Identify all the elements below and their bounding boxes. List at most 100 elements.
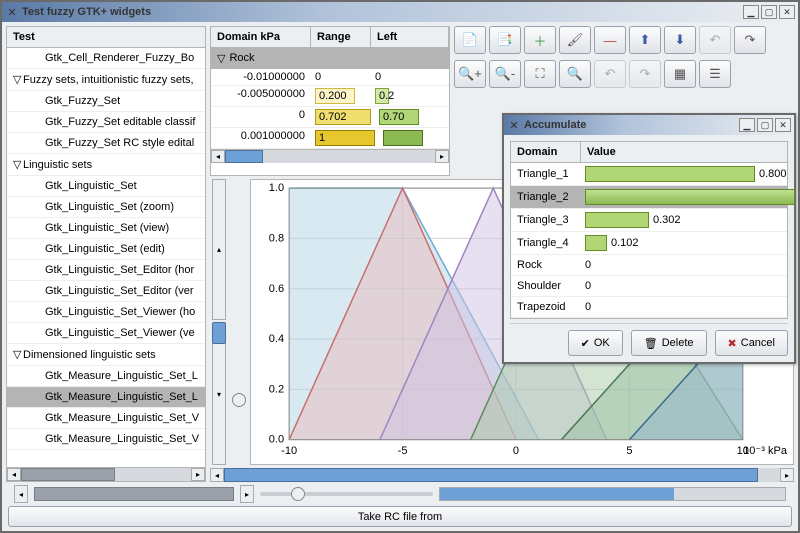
rock-row[interactable]: ▽ Rock bbox=[211, 48, 449, 69]
acc-col-domain[interactable]: Domain bbox=[511, 142, 581, 162]
slider-up-icon[interactable]: ▴ bbox=[212, 179, 226, 320]
up-icon: ⬆ bbox=[640, 32, 651, 48]
acc-header[interactable]: Domain Value bbox=[511, 142, 787, 163]
scroll-right-icon[interactable]: ▸ bbox=[191, 468, 205, 481]
table-row[interactable]: 0.0010000001 bbox=[211, 128, 449, 149]
tree-row[interactable]: Gtk_Linguistic_Set_Viewer (ve bbox=[7, 323, 205, 344]
zoom-out-icon: 🔍- bbox=[495, 66, 516, 82]
chevron-down-icon[interactable]: ▽ bbox=[217, 52, 225, 65]
y-slider-left[interactable]: ▴ ▾ bbox=[210, 179, 228, 465]
main-title: Test fuzzy GTK+ widgets bbox=[22, 6, 741, 18]
go-prev-icon: ↶ bbox=[605, 66, 616, 82]
tree-row[interactable]: Gtk_Linguistic_Set_Viewer (ho bbox=[7, 302, 205, 323]
tree-row[interactable]: Gtk_Linguistic_Set_Editor (hor bbox=[7, 260, 205, 281]
tree-row[interactable]: Gtk_Fuzzy_Set RC style edital bbox=[7, 133, 205, 154]
slider-down-icon[interactable]: ▾ bbox=[212, 324, 226, 465]
tree-row[interactable]: ▽Dimensioned linguistic sets bbox=[7, 344, 205, 366]
scroll-left-icon[interactable]: ◂ bbox=[211, 150, 225, 163]
table-row[interactable]: -0.0050000000.2000.2 bbox=[211, 86, 449, 107]
dialog-titlebar[interactable]: ✕ Accumulate ▁ ▢ ✕ bbox=[504, 115, 794, 135]
dialog-title: Accumulate bbox=[524, 119, 737, 131]
acc-row[interactable]: Shoulder0 bbox=[511, 276, 787, 297]
maximize-button[interactable]: ▢ bbox=[757, 118, 773, 132]
ok-button[interactable]: ✔OK bbox=[568, 330, 623, 356]
go-next-icon: ↷ bbox=[640, 66, 651, 82]
tree-row[interactable]: Gtk_Linguistic_Set_Editor (ver bbox=[7, 281, 205, 302]
tree-row[interactable]: Gtk_Fuzzy_Set editable classif bbox=[7, 112, 205, 133]
zoom-fit-button[interactable]: ⛶ bbox=[524, 60, 556, 88]
svg-text:-10: -10 bbox=[281, 445, 297, 457]
table-header[interactable]: Domain kPa Range Left bbox=[211, 27, 449, 48]
expander-icon[interactable]: ▽ bbox=[13, 73, 23, 86]
tree-row[interactable]: Gtk_Cell_Renderer_Fuzzy_Bo bbox=[7, 48, 205, 69]
scroll-left-icon[interactable]: ◂ bbox=[14, 485, 28, 503]
tree-row[interactable]: Gtk_Measure_Linguistic_Set_V bbox=[7, 408, 205, 429]
tree-row[interactable]: Gtk_Linguistic_Set (edit) bbox=[7, 239, 205, 260]
scroll-right-icon[interactable]: ▸ bbox=[780, 468, 794, 482]
col-domain[interactable]: Domain kPa bbox=[211, 27, 311, 47]
remove-button[interactable]: — bbox=[594, 26, 626, 54]
tree-row[interactable]: Gtk_Measure_Linguistic_Set_L bbox=[7, 387, 205, 408]
redo-button[interactable]: ↷ bbox=[734, 26, 766, 54]
cancel-button[interactable]: ✖Cancel bbox=[715, 330, 788, 356]
expander-icon[interactable]: ▽ bbox=[13, 348, 23, 361]
expander-icon[interactable]: ▽ bbox=[13, 158, 23, 171]
take-rc-button[interactable]: Take RC file from bbox=[8, 506, 792, 527]
scroll-right-icon[interactable]: ▸ bbox=[240, 485, 254, 503]
undo-icon: ↶ bbox=[710, 32, 721, 48]
tree-row[interactable]: Gtk_Linguistic_Set (zoom) bbox=[7, 197, 205, 218]
tree-row[interactable]: Gtk_Linguistic_Set bbox=[7, 176, 205, 197]
paint-icon: 🖌 bbox=[567, 32, 584, 48]
x-range-bar[interactable] bbox=[439, 487, 786, 501]
zoom-in-button[interactable]: 🔍+ bbox=[454, 60, 486, 88]
snap-button[interactable]: ▦ bbox=[664, 60, 696, 88]
acc-col-value[interactable]: Value bbox=[581, 142, 787, 162]
tree-h-scrollbar[interactable]: ◂ ▸ bbox=[7, 467, 205, 481]
chart-h-scrollbar[interactable]: ◂ ▸ bbox=[210, 468, 794, 482]
table-h-scrollbar[interactable]: ◂ ▸ bbox=[211, 149, 449, 163]
grid-button[interactable]: ☰ bbox=[699, 60, 731, 88]
tree-row[interactable]: ▽Linguistic sets bbox=[7, 154, 205, 176]
close-button[interactable]: ✕ bbox=[779, 5, 795, 19]
up-button[interactable]: ⬆ bbox=[629, 26, 661, 54]
col-range[interactable]: Range bbox=[311, 27, 371, 47]
svg-text:5: 5 bbox=[626, 445, 632, 457]
minimize-button[interactable]: ▁ bbox=[743, 5, 759, 19]
zoom-100-button[interactable]: 🔍 bbox=[559, 60, 591, 88]
add-button[interactable]: ＋ bbox=[524, 26, 556, 54]
close-button[interactable]: ✕ bbox=[775, 118, 791, 132]
delete-button[interactable]: 🗑Delete bbox=[631, 330, 707, 356]
acc-row[interactable]: Rock0 bbox=[511, 255, 787, 276]
tree-row[interactable]: Gtk_Fuzzy_Set bbox=[7, 91, 205, 112]
tree-row[interactable]: Gtk_Measure_Linguistic_Set_V bbox=[7, 429, 205, 450]
tree-header[interactable]: Test bbox=[7, 27, 205, 48]
test-tree: Test Gtk_Cell_Renderer_Fuzzy_Bo▽Fuzzy se… bbox=[6, 26, 206, 482]
acc-row[interactable]: Triangle_10.800 bbox=[511, 163, 787, 186]
tree-row[interactable]: ▽Fuzzy sets, intuitionistic fuzzy sets, bbox=[7, 69, 205, 91]
scroll-left-icon[interactable]: ◂ bbox=[7, 468, 21, 481]
tree-row[interactable]: Gtk_Linguistic_Set (view) bbox=[7, 218, 205, 239]
tree-row[interactable]: Gtk_Measure_Linguistic_Set_L bbox=[7, 366, 205, 387]
table-row[interactable]: -0.0100000000 bbox=[211, 69, 449, 86]
col-left[interactable]: Left bbox=[371, 27, 449, 47]
minimize-button[interactable]: ▁ bbox=[739, 118, 755, 132]
copy-button[interactable]: 📑 bbox=[489, 26, 521, 54]
cancel-icon: ✖ bbox=[728, 337, 737, 350]
grid-icon: ☰ bbox=[709, 66, 721, 82]
svg-text:0.6: 0.6 bbox=[269, 283, 284, 295]
paint-button[interactable]: 🖌 bbox=[559, 26, 591, 54]
down-button[interactable]: ⬇ bbox=[664, 26, 696, 54]
scroll-left-icon[interactable]: ◂ bbox=[210, 468, 224, 482]
acc-row[interactable]: Triangle_21 bbox=[511, 186, 787, 209]
acc-row[interactable]: Trapezoid0 bbox=[511, 297, 787, 318]
acc-row[interactable]: Triangle_30.302 bbox=[511, 209, 787, 232]
x-slider[interactable] bbox=[260, 485, 433, 503]
zoom-out-button[interactable]: 🔍- bbox=[489, 60, 521, 88]
scroll-right-icon[interactable]: ▸ bbox=[435, 150, 449, 163]
table-row[interactable]: 00.7020.70 bbox=[211, 107, 449, 128]
acc-row[interactable]: Triangle_40.102 bbox=[511, 232, 787, 255]
y-slider-scale[interactable] bbox=[230, 179, 248, 465]
main-titlebar[interactable]: ✕ Test fuzzy GTK+ widgets ▁ ▢ ✕ bbox=[2, 2, 798, 22]
new-button[interactable]: 📄 bbox=[454, 26, 486, 54]
maximize-button[interactable]: ▢ bbox=[761, 5, 777, 19]
